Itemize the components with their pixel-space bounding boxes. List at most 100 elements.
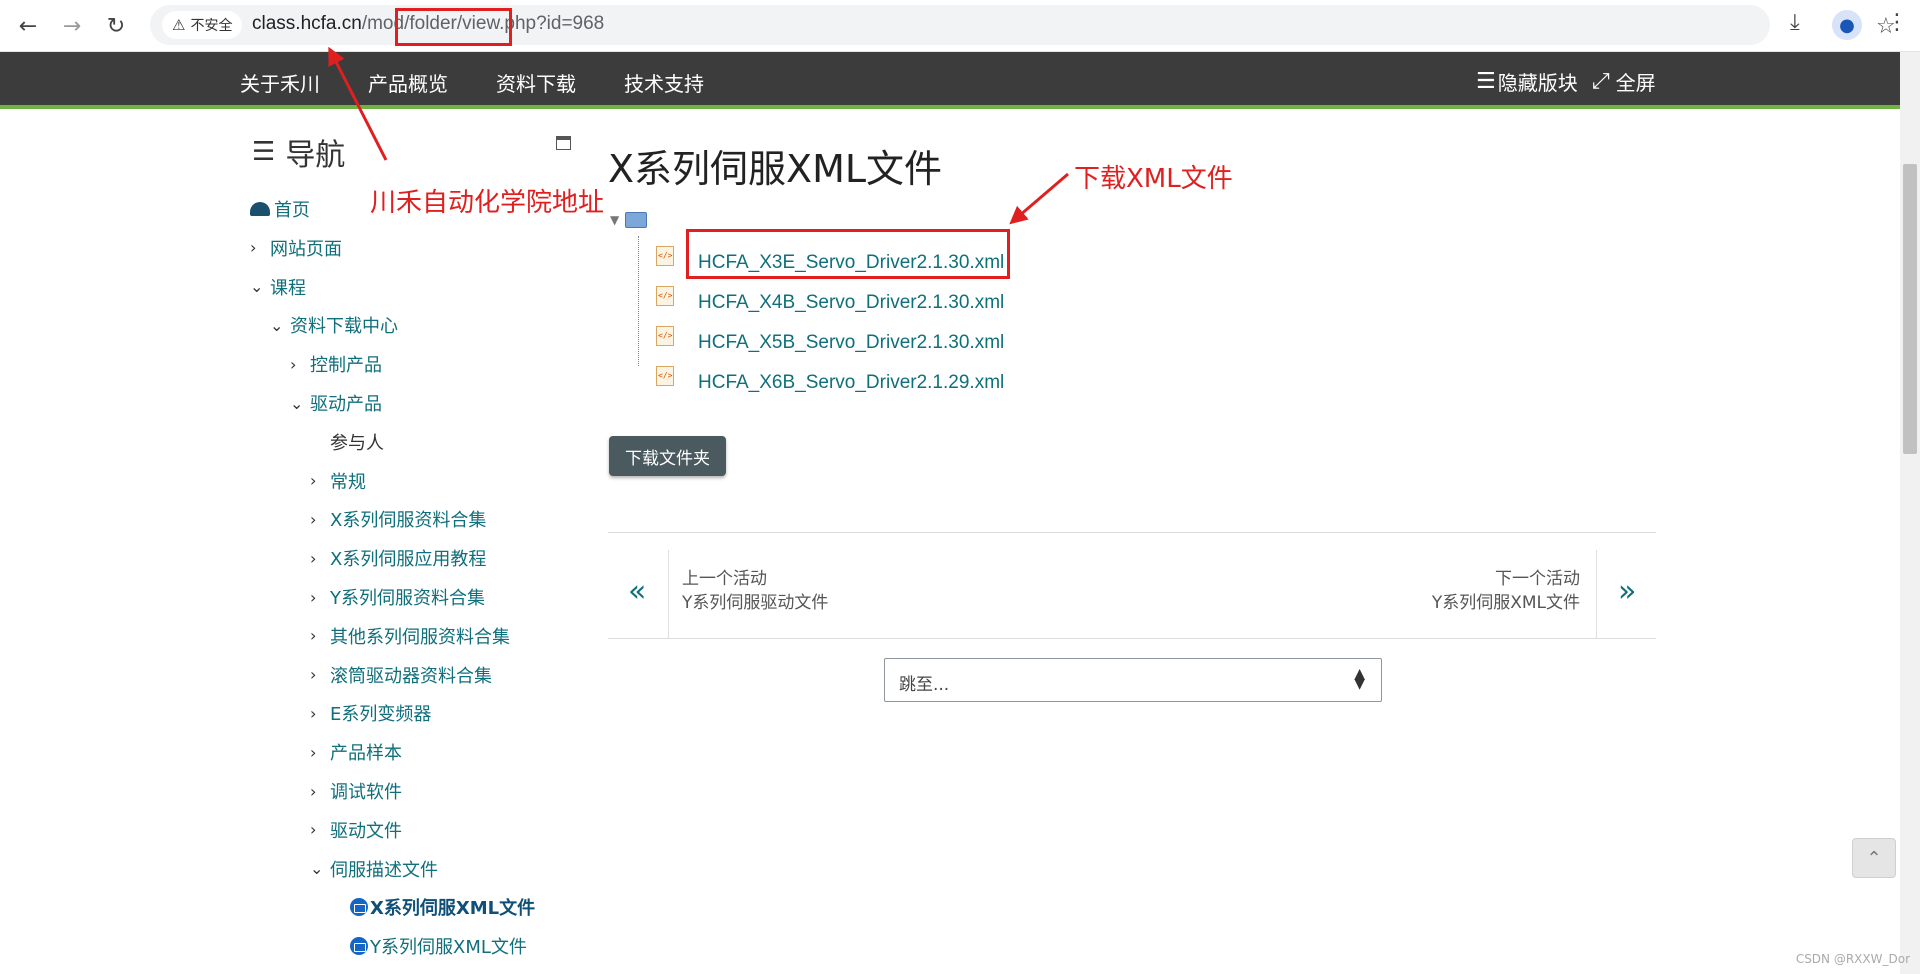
chevron-right-icon[interactable]: ›	[310, 665, 330, 684]
nav-tree-item[interactable]: › Y系列伺服资料合集	[310, 584, 485, 610]
nav-tree-item[interactable]: › 控制产品	[290, 351, 382, 377]
file-row[interactable]: HCFA_X6B_Servo_Driver2.1.29.xml	[656, 366, 1004, 398]
nav-tree-item[interactable]: ⌄ 伺服描述文件	[310, 856, 438, 882]
nav-tree-item[interactable]: 参与人	[330, 429, 384, 455]
nav-tree-item-label: 课程	[270, 277, 306, 299]
profile-avatar-icon[interactable]: ●	[1832, 10, 1862, 40]
nav-block-title-text: 导航	[285, 138, 346, 173]
file-link[interactable]: HCFA_X6B_Servo_Driver2.1.29.xml	[698, 372, 1004, 394]
url-host: class.hcfa.cn	[252, 13, 362, 34]
chevron-right-icon[interactable]: ›	[310, 471, 330, 490]
nav-tree-item[interactable]: Y系列伺服XML文件	[350, 933, 527, 959]
nav-tree-item-label: Y系列伺服XML文件	[370, 937, 527, 959]
nav-tree-item[interactable]: › X系列伺服应用教程	[310, 545, 486, 571]
nav-downloads[interactable]: 资料下载	[496, 68, 576, 97]
nav-tree-item[interactable]: › 调试软件	[310, 778, 402, 804]
browser-menu-icon[interactable]: ⋮	[1886, 10, 1908, 35]
reload-button[interactable]: ↻	[100, 10, 132, 42]
chevron-right-icon[interactable]: ›	[310, 549, 330, 568]
xml-file-icon	[656, 286, 674, 306]
nav-tree-item[interactable]: › 产品样本	[310, 739, 402, 765]
nav-products[interactable]: 产品概览	[368, 68, 448, 97]
separator	[668, 550, 669, 638]
file-link[interactable]: HCFA_X4B_Servo_Driver2.1.30.xml	[698, 292, 1004, 314]
nav-tree-item[interactable]: › 网站页面	[250, 235, 342, 261]
chevron-right-icon[interactable]: ›	[310, 820, 330, 839]
dock-block-icon[interactable]	[556, 136, 571, 150]
nav-tree-item[interactable]: › E系列变频器	[310, 700, 431, 726]
nav-tree-item[interactable]: 首页	[250, 196, 310, 222]
nav-tree-item[interactable]: ⌄ 课程	[250, 274, 306, 300]
next-activity-link[interactable]: Y系列伺服XML文件	[1432, 588, 1580, 613]
back-button[interactable]: ←	[12, 10, 44, 42]
nav-about[interactable]: 关于禾川	[240, 68, 320, 97]
file-highlight-box	[686, 229, 1010, 279]
nav-tree-item-label: 常规	[330, 471, 366, 493]
nav-tree-item-label: 伺服描述文件	[330, 859, 438, 881]
file-row[interactable]: HCFA_X4B_Servo_Driver2.1.30.xml	[656, 286, 1004, 318]
nav-tree-item[interactable]: › 其他系列伺服资料合集	[310, 623, 510, 649]
nav-tree-item[interactable]: ⌄ 驱动产品	[290, 390, 382, 416]
back-to-top-button[interactable]: ⌃	[1852, 838, 1896, 878]
site-navbar: 关于禾川 产品概览 资料下载 技术支持 ☰ 隐藏版块 ⤢ 全屏	[0, 52, 1900, 109]
chevron-right-icon[interactable]: ›	[310, 743, 330, 762]
scrollbar-thumb[interactable]	[1903, 164, 1917, 454]
chevron-down-icon[interactable]: ⌄	[270, 316, 290, 335]
jump-to-select[interactable]: 跳至... ▲ ▼	[884, 658, 1382, 702]
chevron-right-icon[interactable]: ›	[310, 510, 330, 529]
chevron-right-icon[interactable]: ›	[250, 238, 270, 257]
chevron-right-icon[interactable]: ›	[310, 704, 330, 723]
chevron-right-icon[interactable]: ›	[310, 626, 330, 645]
nav-support[interactable]: 技术支持	[624, 68, 704, 97]
nav-block-title: ☰ 导航	[252, 130, 345, 174]
nav-tree-item-label: 控制产品	[310, 355, 382, 377]
chevron-down-icon[interactable]: ⌄	[250, 277, 270, 296]
address-annotation: 川禾自动化学院地址	[370, 188, 605, 218]
dashboard-icon	[250, 202, 270, 216]
nav-tree-item[interactable]: ⌄ 资料下载中心	[270, 312, 398, 338]
nav-tree-item-label: 产品样本	[330, 743, 402, 765]
fullscreen-button[interactable]: ⤢ 全屏	[1592, 67, 1656, 96]
nav-tree-item-label: 调试软件	[330, 782, 402, 803]
chevron-right-icon[interactable]: ›	[290, 355, 310, 374]
chevron-down-icon[interactable]: ⌄	[290, 394, 310, 413]
select-arrows-icon: ▲ ▼	[1354, 666, 1365, 692]
nav-tree-item[interactable]: › 常规	[310, 468, 366, 494]
nav-tree-item-label: Y系列伺服资料合集	[330, 588, 485, 609]
hide-blocks-button[interactable]: ☰ 隐藏版块	[1476, 67, 1578, 96]
menu-bars-icon: ☰	[252, 137, 276, 167]
not-secure-label: 不安全	[190, 18, 233, 34]
forward-button[interactable]: →	[56, 10, 88, 42]
prev-activity-link[interactable]: Y系列伺服驱动文件	[682, 588, 828, 613]
download-icon[interactable]: ⤓	[1790, 10, 1800, 35]
nav-tree-item[interactable]: › X系列伺服资料合集	[310, 506, 486, 532]
chevron-right-icon[interactable]: ›	[310, 588, 330, 607]
nav-tree-item-label: X系列伺服资料合集	[330, 510, 487, 532]
folder-tree-root[interactable]: ▼	[610, 212, 648, 228]
folder-icon	[350, 937, 368, 956]
nav-tree-item[interactable]: › 滚筒驱动器资料合集	[310, 662, 492, 688]
collapse-triangle-icon[interactable]: ▼	[610, 213, 619, 227]
prev-activity-arrow-icon[interactable]: «	[628, 574, 646, 609]
xml-file-icon	[656, 326, 674, 346]
divider	[608, 532, 1656, 533]
hide-blocks-icon: ☰	[1476, 69, 1496, 94]
watermark: CSDN @RXXW_Dor	[1795, 952, 1910, 966]
download-folder-button[interactable]: 下载文件夹	[609, 436, 726, 476]
nav-tree-item-label: 参与人	[330, 432, 384, 454]
file-link[interactable]: HCFA_X5B_Servo_Driver2.1.30.xml	[698, 332, 1004, 354]
page-scrollbar[interactable]	[1900, 52, 1920, 974]
address-bar[interactable]: ⚠ 不安全 class.hcfa.cn/mod/folder/view.php?…	[150, 5, 1896, 46]
download-arrow	[1009, 172, 1069, 225]
nav-tree-item-label: 网站页面	[270, 238, 342, 260]
chevron-down-icon[interactable]: ⌄	[310, 859, 330, 878]
expand-icon: ⤢	[1592, 69, 1610, 94]
nav-tree-item[interactable]: X系列伺服XML文件	[350, 894, 535, 920]
not-secure-chip[interactable]: ⚠ 不安全	[162, 11, 243, 39]
nav-tree-item[interactable]: › 驱动文件	[310, 817, 402, 843]
xml-file-icon	[656, 246, 674, 266]
file-row[interactable]: HCFA_X5B_Servo_Driver2.1.30.xml	[656, 326, 1004, 358]
folder-icon	[350, 898, 368, 917]
next-activity-arrow-icon[interactable]: »	[1618, 574, 1636, 609]
chevron-right-icon[interactable]: ›	[310, 782, 330, 801]
